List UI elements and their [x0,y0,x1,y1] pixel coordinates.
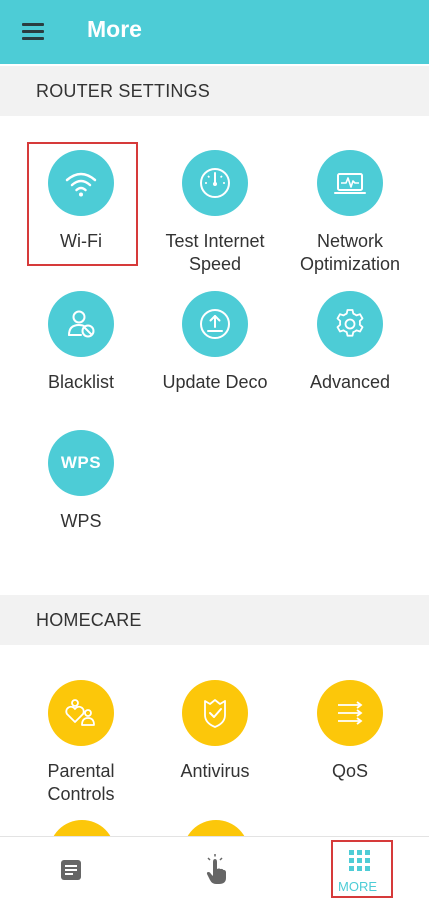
monitor-pulse-icon [317,150,383,216]
upload-icon [182,291,248,357]
tile-label: Wi-Fi [60,231,102,251]
update-deco-tile[interactable]: Update Deco [150,291,280,394]
tile-label-line1: Test Internet [165,231,265,251]
blocked-user-icon [48,291,114,357]
shield-icon [182,680,248,746]
tile-label: Blacklist [47,372,114,392]
blacklist-tile[interactable]: Blacklist [16,291,146,394]
tile-label-line1: Network [316,231,383,251]
tile-label-line1: Parental [47,761,115,781]
gear-icon [317,291,383,357]
document-icon [60,859,82,886]
tile-label-line2: Controls [47,784,115,804]
test-internet-speed-tile[interactable]: Test Internet Speed [150,150,280,276]
tile-label: WPS [60,511,102,531]
parental-controls-icon [48,680,114,746]
tile-label-line2: Speed [188,254,242,274]
nav-tap[interactable] [143,837,286,901]
qos-arrows-icon [317,680,383,746]
tile-label: Advanced [309,372,391,392]
section-title: ROUTER SETTINGS [36,81,211,101]
page-title: More [87,16,142,42]
bottom-navigation: MORE [0,836,429,901]
grid-icon [349,850,370,876]
qos-tile[interactable]: QoS [285,680,415,783]
nav-more[interactable]: MORE [286,837,429,901]
tile-label: Parental Controls [16,760,146,806]
nav-overview[interactable] [0,837,143,901]
router-settings-section-header: ROUTER SETTINGS [0,66,429,116]
wps-icon: WPS [48,430,114,496]
wifi-icon [48,150,114,216]
tap-hand-icon [204,854,230,891]
network-optimization-tile[interactable]: Network Optimization [285,150,415,276]
tile-label: QoS [331,761,369,781]
tile-label-line2: Optimization [299,254,401,274]
tile-label: Network Optimization [285,230,415,276]
homecare-section-header: HOMECARE [0,595,429,645]
tile-label: Update Deco [162,372,268,392]
speedometer-icon [182,150,248,216]
parental-controls-tile[interactable]: Parental Controls [16,680,146,806]
wps-icon-text: WPS [60,453,102,472]
tile-label: Test Internet Speed [150,230,280,276]
tile-label: Antivirus [180,761,250,781]
wps-tile[interactable]: WPS WPS [16,430,146,533]
advanced-tile[interactable]: Advanced [285,291,415,394]
wifi-tile[interactable]: Wi-Fi [16,150,146,253]
section-title: HOMECARE [36,610,142,630]
nav-more-label: MORE [338,879,377,894]
top-app-bar: More [0,0,429,64]
antivirus-tile[interactable]: Antivirus [150,680,280,783]
hamburger-menu-icon[interactable] [20,20,48,44]
